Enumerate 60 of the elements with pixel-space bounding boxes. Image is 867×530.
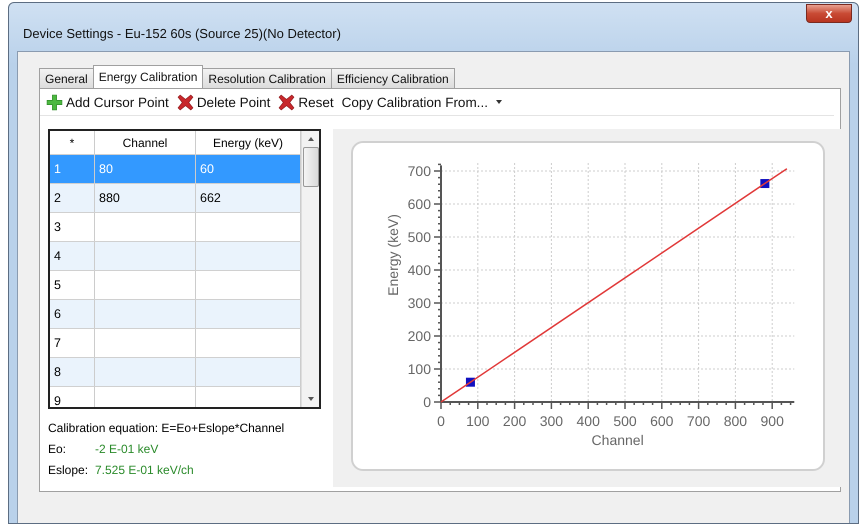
y-tick-label: 700 <box>408 163 431 179</box>
x-tick-label: 700 <box>686 413 710 429</box>
tab[interactable]: Resolution Calibration <box>202 68 332 88</box>
y-axis-label: Energy (keV) <box>385 214 401 296</box>
table-cell: 880 <box>95 184 196 212</box>
column-header[interactable]: Channel <box>95 131 196 154</box>
table-row[interactable]: 6 <box>50 300 301 329</box>
caret-icon <box>494 98 503 106</box>
x-tick-label: 100 <box>466 413 490 429</box>
parameter-value: -2 E-01 keV <box>95 442 158 456</box>
equation-text: Calibration equation: E=Eo+Eslope*Channel <box>48 421 286 435</box>
delete-icon <box>176 94 194 110</box>
x-tick-label: 500 <box>613 413 637 429</box>
table-row[interactable]: 2 880 662 <box>50 184 301 213</box>
y-tick-label: 300 <box>408 295 431 311</box>
column-header[interactable]: * <box>50 131 95 154</box>
row-number: 6 <box>50 300 95 328</box>
x-tick-label: 600 <box>650 413 674 429</box>
window-title: Device Settings - Eu-152 60s (Source 25)(No Detector) <box>23 26 341 41</box>
delete-icon <box>278 94 296 110</box>
tab[interactable]: General <box>39 68 94 88</box>
row-number: 2 <box>50 184 95 212</box>
toolbar-button[interactable]: Reset <box>276 92 336 112</box>
x-tick-label: 0 <box>437 413 445 429</box>
table-cell: 80 <box>95 155 196 183</box>
close-button[interactable]: x <box>806 4 852 23</box>
row-number: 4 <box>50 242 95 270</box>
parameter-value: 7.525 E-01 keV/ch <box>95 463 194 477</box>
x-tick-label: 400 <box>576 413 600 429</box>
x-tick-label: 300 <box>540 413 564 429</box>
y-tick-label: 500 <box>408 229 431 245</box>
y-tick-label: 600 <box>408 196 431 212</box>
scrollbar[interactable] <box>301 131 319 407</box>
toolbar-button[interactable]: Add Cursor Point <box>44 92 171 112</box>
row-number: 3 <box>50 213 95 241</box>
scroll-down-icon[interactable] <box>306 395 314 403</box>
y-tick-label: 0 <box>423 394 431 410</box>
row-number: 8 <box>50 358 95 386</box>
toolbar-button[interactable]: Delete Point <box>174 92 272 112</box>
plus-icon <box>46 94 63 110</box>
scroll-thumb[interactable] <box>302 147 318 187</box>
row-number: 7 <box>50 329 95 357</box>
row-number: 9 <box>50 387 95 407</box>
x-tick-label: 900 <box>760 413 784 429</box>
y-tick-label: 400 <box>408 262 431 278</box>
row-number: 1 <box>50 155 95 183</box>
x-tick-label: 200 <box>502 413 526 429</box>
parameter-label: Eslope: <box>48 463 90 477</box>
tab[interactable]: Efficiency Calibration <box>330 68 455 88</box>
toolbar-button[interactable]: Copy Calibration From... <box>340 92 505 112</box>
row-number: 5 <box>50 271 95 299</box>
y-tick-label: 100 <box>408 361 431 377</box>
x-axis-label: Channel <box>592 432 644 448</box>
parameter-label: Eo: <box>48 442 68 456</box>
x-tick-label: 800 <box>724 413 748 429</box>
y-tick-label: 200 <box>408 328 431 344</box>
tab[interactable]: Energy Calibration <box>92 65 204 88</box>
table-row[interactable]: 8 <box>50 358 301 387</box>
table-row[interactable]: 4 <box>50 242 301 271</box>
scroll-up-icon[interactable] <box>306 135 314 143</box>
